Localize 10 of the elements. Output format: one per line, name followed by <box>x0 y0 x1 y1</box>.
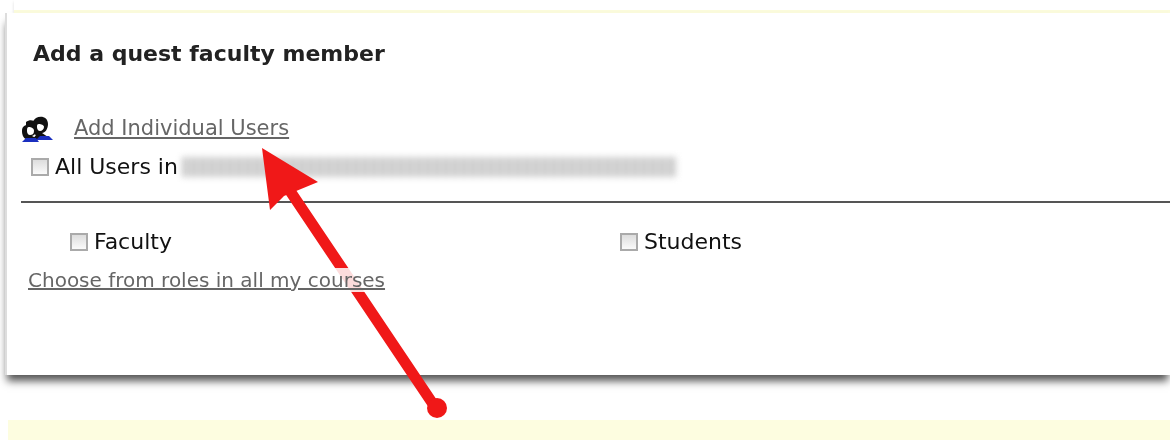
dialog-title: Add a quest faculty member <box>32 41 386 66</box>
checkbox[interactable] <box>620 232 638 251</box>
users-icon <box>22 114 54 142</box>
checkbox[interactable] <box>70 232 88 251</box>
checkbox[interactable] <box>31 157 49 176</box>
choose-roles-link[interactable]: Choose from roles in all my courses <box>28 268 386 292</box>
checkbox-label: All Users in <box>55 154 178 179</box>
checkbox-label: Faculty <box>94 229 172 254</box>
add-individual-users-link[interactable]: Add Individual Users <box>74 116 290 140</box>
checkbox-label: Students <box>644 229 743 254</box>
